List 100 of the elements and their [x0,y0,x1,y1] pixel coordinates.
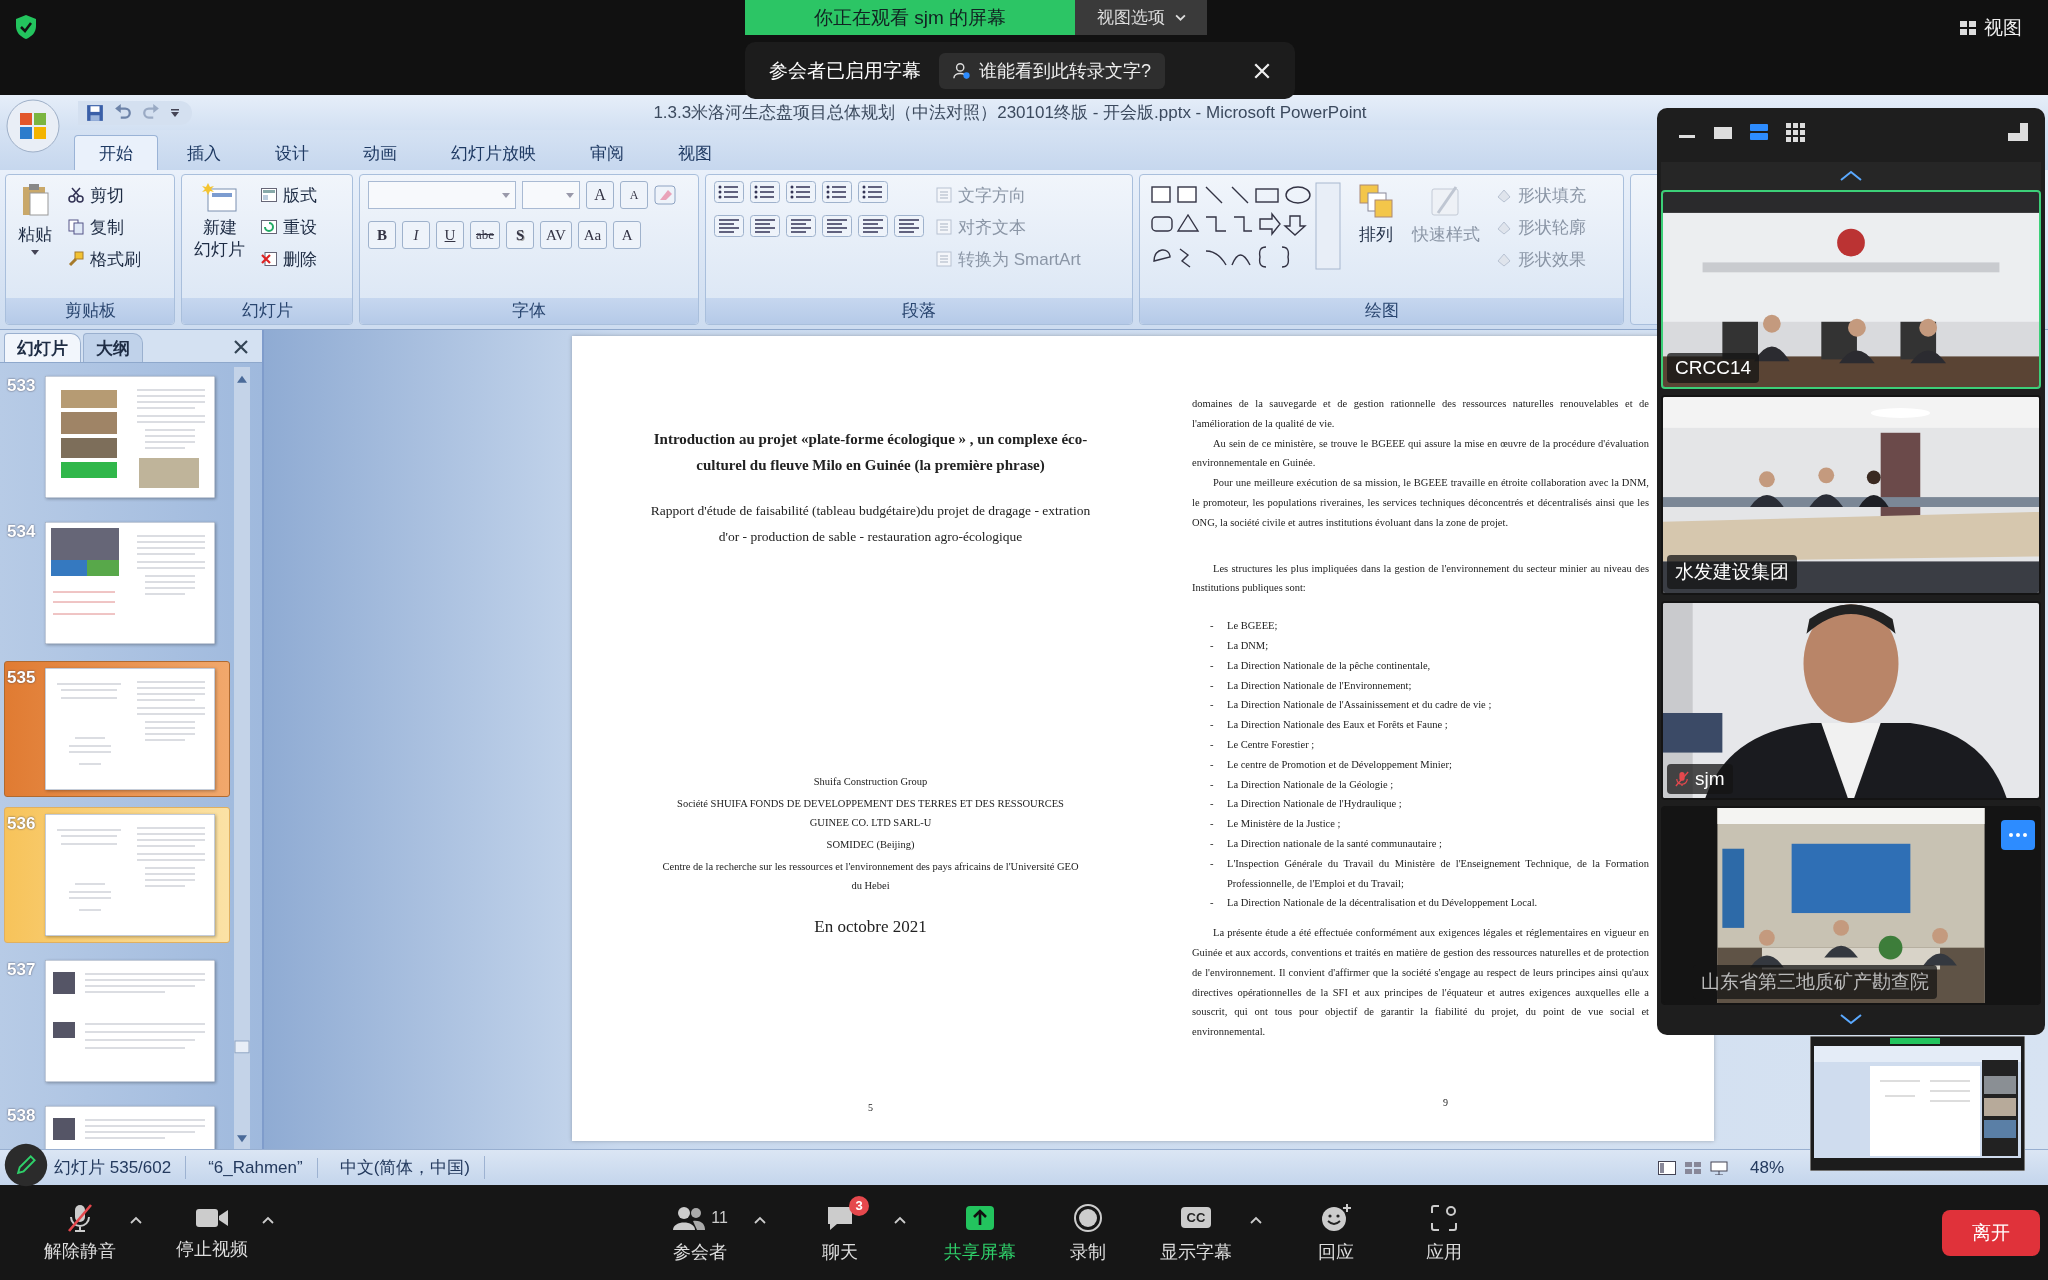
justify-icon[interactable] [822,215,852,237]
font-size-button[interactable]: A [586,181,614,209]
font-style-button[interactable]: abe [470,221,501,249]
grid-view-icon[interactable] [1785,122,1805,142]
scroll-up-icon[interactable] [1839,170,1863,182]
font-name-field[interactable] [368,181,516,209]
shape-gallery-drawing[interactable] [1148,181,1344,271]
view-button[interactable]: 视图 [1954,14,2028,42]
font-style-button[interactable]: AV [540,221,572,249]
record-button[interactable]: 录制 [1038,1197,1138,1268]
caret-icon[interactable] [1250,1215,1262,1224]
ribbon-tab[interactable]: 动画 [338,135,422,170]
slideshow-view-icon[interactable] [1709,1160,1728,1175]
paragraph: Pour une meilleure exécution de sa mission, le BGEEE travaille en étroite collaboration avec la DNM, le promoteur, les populations riveraines, les services techniques déconcentrés et décentralisés ainsi que les ONG, la société civile et autres institutions évoluant dans la zone de projet. [1192,476,1649,530]
align-right-icon[interactable] [786,215,816,237]
font-style-button[interactable]: A [613,221,642,249]
caret-icon[interactable] [262,1215,274,1224]
columns-icon[interactable] [894,215,924,237]
new-slide-button[interactable]: 新建 幻灯片 [190,181,249,263]
unmute-button[interactable]: 解除静音 [30,1198,130,1267]
font-style-button[interactable]: Aa [577,221,608,249]
indent-icon[interactable] [822,181,852,203]
pane-tab[interactable]: 幻灯片 [4,333,81,362]
outdent-icon[interactable] [786,181,816,203]
slide-command[interactable]: 重设 [259,213,319,241]
customize-caret-icon[interactable] [170,107,180,118]
ribbon-tab[interactable]: 审阅 [565,135,649,170]
video-tile[interactable]: 山东省第三地质矿产勘查院 [1661,805,2041,1005]
document-title: Introduction au projet «plate-forme écologique » , un complexe éco-culturel du fleuve Milo en Guinée (la première phrase) [652,430,1089,475]
shape-style-icon [1496,251,1512,267]
undo-icon[interactable] [114,103,132,122]
slide-command[interactable]: 删除 [259,245,319,273]
list-item-text: Le Ministère de la Justice ; [1227,817,1342,832]
ribbon-tab[interactable]: 设计 [250,135,334,170]
font-style-button[interactable]: U [436,221,464,249]
clipboard-command[interactable]: 剪切 [66,181,143,209]
slide-thumbnail[interactable] [45,668,215,790]
paragraph: Les structures les plus impliquées dans la gestion de l'environnement du secteur minier au niveau des Institutions publiques sont: [1192,561,1649,596]
sorter-view-icon[interactable] [1683,1160,1702,1175]
zoom-level[interactable]: 48% [1735,1157,1798,1178]
apps-button[interactable]: 应用 [1394,1197,1494,1268]
slide-thumbnail[interactable] [45,960,215,1082]
close-icon[interactable] [234,340,248,354]
video-button[interactable]: 停止视频 [162,1200,262,1265]
chat-button[interactable]: 3 聊天 [790,1197,890,1268]
slide-counter: 幻灯片 535/602 [54,1156,187,1179]
video-tile[interactable]: sjm [1661,600,2041,800]
react-button[interactable]: 回应 [1286,1197,1386,1268]
record-icon [1073,1202,1103,1233]
language-indicator[interactable]: 中文(简体，中国) [325,1156,485,1179]
share-button[interactable]: 共享屏幕 [930,1197,1030,1268]
font-size-button[interactable]: A [620,181,648,209]
clipboard-command[interactable]: 复制 [66,213,143,241]
scroll-down-icon[interactable] [1839,1013,1863,1025]
ribbon-tab[interactable]: 插入 [162,135,246,170]
slide-number: 537 [7,960,37,980]
strip-view-icon[interactable] [1749,122,1769,142]
view-options-button[interactable]: 视图选项 [1075,0,1207,35]
group-title: 字体 [360,298,698,324]
list-item-text: La Direction Nationale des Eaux et Forêts et Faune ; [1227,718,1449,733]
who-can-see-button[interactable]: 谁能看到此转录文字? [939,52,1165,89]
caret-icon[interactable] [754,1215,766,1224]
bullets-icon[interactable] [714,181,744,203]
distribute-icon[interactable] [858,215,888,237]
bullet-marker: - [1210,658,1215,673]
slide-thumbnail[interactable] [45,814,215,936]
caret-icon[interactable] [894,1215,906,1224]
font-style-button[interactable]: I [402,221,430,249]
participants-button[interactable]: 11 参会者 [650,1197,750,1268]
line-spacing-icon[interactable] [858,181,888,203]
slide-thumbnail[interactable] [45,376,215,498]
pane-tab[interactable]: 大纲 [83,333,143,362]
arrange-button[interactable]: 排列 [1354,181,1398,248]
ribbon-tab[interactable]: 幻灯片放映 [426,135,561,170]
save-icon[interactable] [86,103,104,122]
list-item-text: Le Centre Forestier ; [1227,737,1316,752]
slide-command[interactable]: 版式 [259,181,319,209]
caret-icon[interactable] [130,1215,142,1224]
leave-button[interactable]: 离开 [1942,1209,2040,1256]
ribbon-tab[interactable]: 视图 [653,135,737,170]
font-size-field[interactable] [522,181,580,209]
paste-button[interactable]: 粘贴 [14,181,56,257]
clipboard-command[interactable]: 格式刷 [66,245,143,273]
shield-icon[interactable] [14,14,38,40]
screen-preview-thumbnail[interactable] [1810,1036,2025,1171]
normal-view-icon[interactable] [1657,1160,1676,1175]
annotate-button[interactable] [4,1143,48,1187]
paragraph: domaines de la sauvegarde et de gestion rationnelle des ressources naturelles renouvelables et de l'amélioration de la qualité de vie. [1192,397,1649,431]
font-style-button[interactable]: S [506,221,535,249]
align-left-icon[interactable] [714,215,744,237]
captions-button[interactable]: CC 显示字幕 [1146,1197,1246,1268]
numbering-icon[interactable] [750,181,780,203]
scrollbar[interactable] [234,367,250,1149]
video-tile[interactable]: CRCC14 [1661,190,2041,390]
video-tile[interactable]: 水发建设集团 [1661,395,2041,595]
more-options-button[interactable] [2001,819,2035,850]
font-style-button[interactable]: B [368,221,396,249]
slide-thumbnail[interactable] [45,522,215,644]
ribbon-tab[interactable]: 开始 [74,135,158,170]
align-center-icon[interactable] [750,215,780,237]
